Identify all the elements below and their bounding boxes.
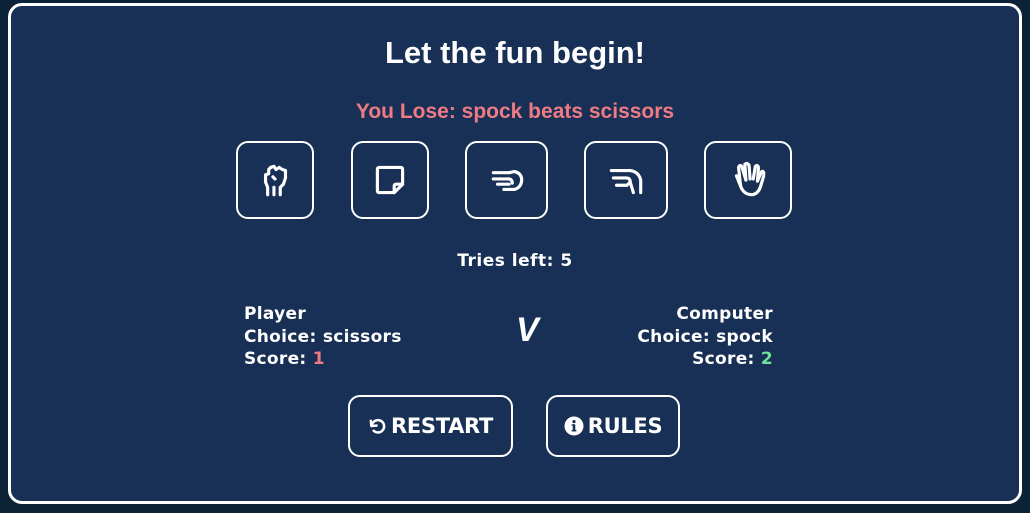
hand-scissors-icon [491, 170, 523, 192]
restart-label: RESTART [390, 414, 494, 438]
player-panel: Player Choice: scissors Score: 1 [244, 303, 402, 371]
hand-rock-icon [263, 164, 288, 197]
scissors-button[interactable] [465, 141, 548, 219]
player-choice-value: scissors [322, 326, 402, 347]
undo-icon [368, 417, 387, 436]
computer-choice-label: Choice: [637, 326, 710, 347]
player-score-value: 1 [312, 349, 325, 369]
restart-button[interactable]: RESTART [348, 395, 513, 457]
page-title: Let the fun begin! [384, 35, 646, 70]
player-score: Score: 1 [244, 348, 402, 371]
computer-score-label: Score: [692, 349, 755, 369]
versus-label: V [516, 311, 539, 349]
paper-button[interactable] [351, 141, 429, 219]
rules-label: RULES [587, 414, 663, 438]
game-container: Let the fun begin! You Lose: spock beats… [8, 3, 1022, 504]
player-heading: Player [244, 304, 307, 324]
tries-label: Tries left: [457, 251, 554, 271]
rock-button[interactable] [236, 141, 314, 219]
player-score-label: Score: [244, 349, 307, 369]
rules-button[interactable]: RULES [546, 395, 680, 457]
spock-button[interactable] [704, 141, 792, 219]
hand-lizard-icon [609, 168, 643, 195]
computer-score: Score: 2 [637, 348, 773, 371]
computer-panel: Computer Choice: spock Score: 2 [637, 303, 773, 371]
tries-value: 5 [560, 251, 573, 271]
computer-heading: Computer [676, 304, 773, 324]
hand-paper-icon [375, 165, 405, 195]
info-circle-icon [564, 416, 584, 436]
result-message: You Lose: spock beats scissors [355, 100, 675, 123]
lizard-button[interactable] [584, 141, 668, 219]
tries-left: Tries left: 5 [11, 251, 1019, 271]
computer-choice: Choice: spock [637, 326, 773, 349]
player-choice: Choice: scissors [244, 326, 402, 349]
player-choice-label: Choice: [244, 326, 317, 347]
computer-choice-value: spock [716, 326, 773, 347]
computer-score-value: 2 [760, 349, 773, 369]
hand-spock-icon [734, 161, 766, 197]
